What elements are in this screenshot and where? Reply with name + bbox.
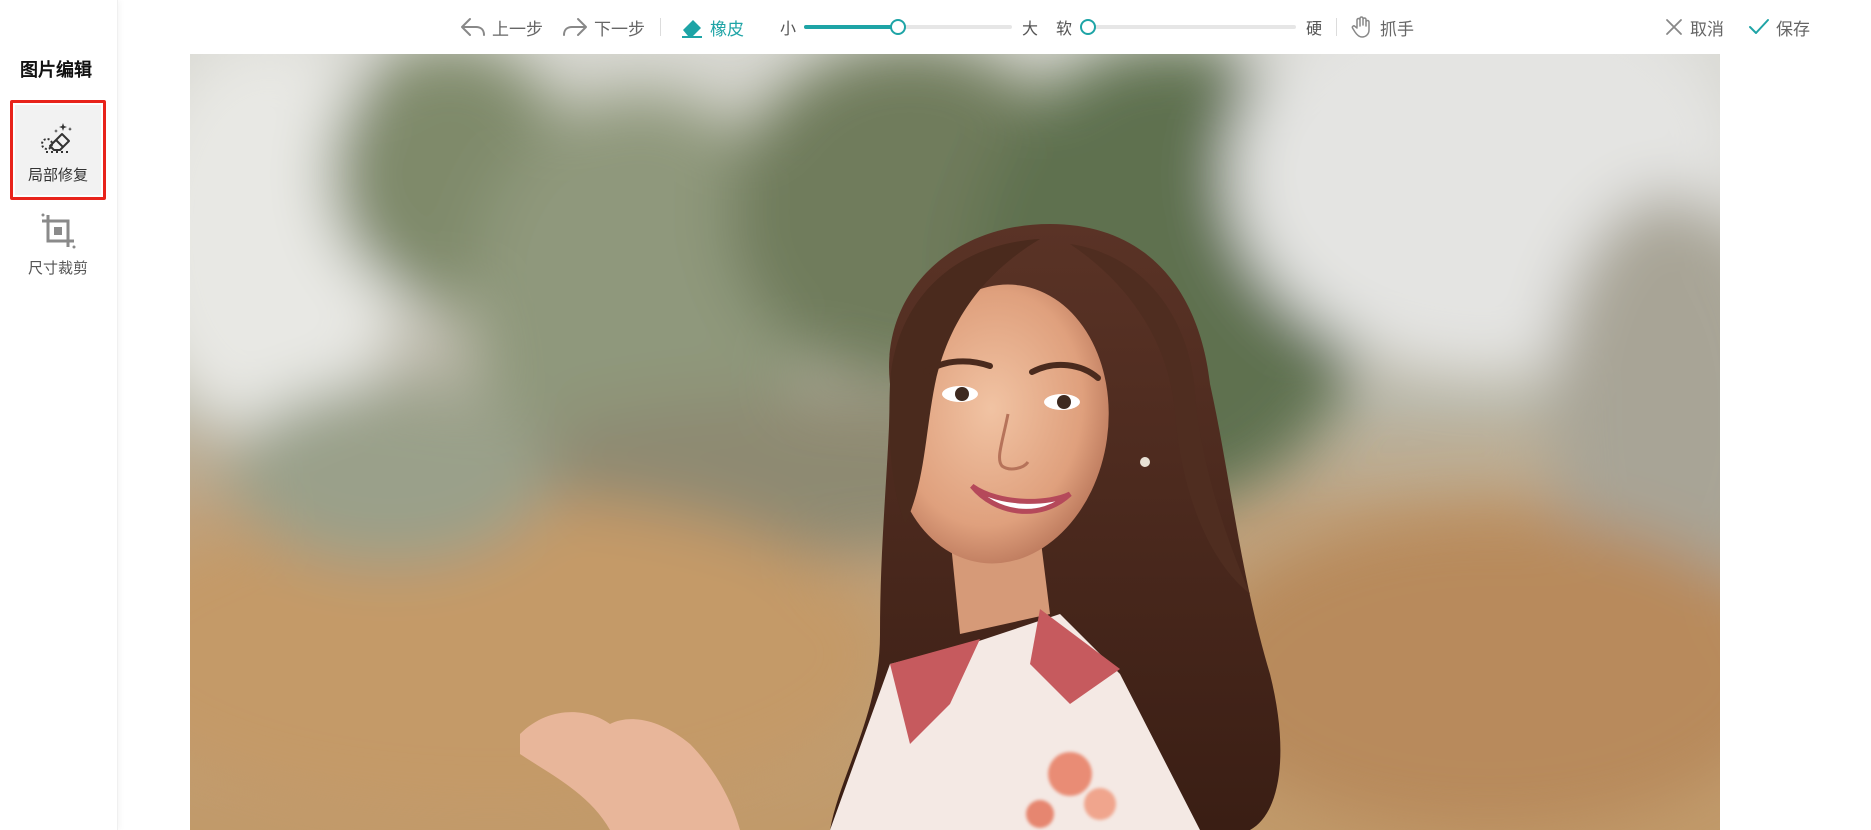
check-icon [1749,19,1769,34]
undo-label: 上一步 [492,19,543,39]
brush-size-fill [804,25,898,29]
tool-local-repair-label: 局部修复 [27,166,88,184]
toolbar-divider [660,18,661,36]
top-toolbar: 上一步 下一步 橡皮 小 大 软 硬 抓手 取消 保存 [118,0,1871,54]
hand-icon [1351,16,1370,38]
tool-crop[interactable]: 尺寸裁剪 [10,198,106,288]
eraser-icon [682,20,702,38]
redo-label: 下一步 [594,19,645,39]
size-max-label: 大 [1022,21,1039,38]
redo-icon [563,18,587,36]
sidebar-title: 图片编辑 [20,60,92,80]
photo-canvas[interactable] [190,54,1720,830]
undo-button[interactable]: 上一步 [460,0,543,54]
toolbar-divider [1336,18,1337,36]
crop-icon [41,213,76,248]
undo-icon [461,18,485,36]
hand-label: 抓手 [1380,19,1414,39]
redo-button[interactable]: 下一步 [562,0,645,54]
sidebar: 图片编辑 局部修复 尺寸裁剪 [0,0,118,830]
brush-size-slider[interactable] [804,19,1012,35]
close-icon [1666,19,1682,35]
size-min-label: 小 [780,21,797,38]
eraser-sparkle-icon [41,122,72,153]
brush-hardness-thumb[interactable] [1080,19,1096,35]
brush-size-thumb[interactable] [889,19,906,35]
hardness-min-label: 软 [1056,21,1073,38]
cancel-button[interactable]: 取消 [1664,0,1724,54]
brush-hardness-slider[interactable] [1080,19,1296,35]
portrait-photo [190,54,1720,830]
eraser-label: 橡皮 [710,19,744,39]
save-label: 保存 [1776,19,1810,39]
eraser-button[interactable]: 橡皮 [680,0,744,54]
hand-tool-button[interactable]: 抓手 [1350,0,1414,54]
tool-crop-label: 尺寸裁剪 [27,259,88,277]
cancel-label: 取消 [1690,19,1724,39]
save-button[interactable]: 保存 [1748,0,1810,54]
tool-local-repair[interactable]: 局部修复 [10,100,106,200]
hardness-max-label: 硬 [1306,21,1323,38]
